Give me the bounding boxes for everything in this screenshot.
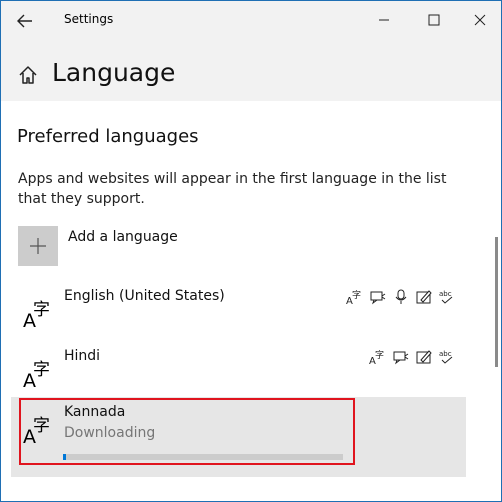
- highlight-box: [19, 398, 355, 465]
- plus-icon: [30, 238, 46, 254]
- maximize-icon[interactable]: [421, 9, 447, 31]
- language-item-english[interactable]: A 字 English (United States) A 字 abc: [11, 281, 466, 341]
- svg-text:字: 字: [375, 349, 384, 361]
- minimize-icon[interactable]: [371, 9, 397, 31]
- scrollbar[interactable]: [495, 237, 498, 367]
- language-item-hindi[interactable]: A 字 Hindi A 字 abc: [11, 341, 466, 401]
- svg-text:字: 字: [352, 289, 361, 301]
- language-item-kannada[interactable]: A 字 Kannada Downloading: [11, 397, 466, 477]
- add-language-label: Add a language: [68, 229, 178, 245]
- capability-icons: A 字 abc: [346, 288, 456, 306]
- language-pack-icon: A 字: [346, 289, 361, 306]
- page-title: Language: [52, 58, 176, 87]
- spellcheck-icon: abc: [439, 350, 453, 364]
- section-description: Apps and websites will appear in the fir…: [18, 171, 447, 207]
- svg-text:字: 字: [33, 300, 50, 320]
- handwriting-icon: [416, 350, 432, 364]
- home-icon[interactable]: [17, 64, 39, 86]
- window-title: Settings: [64, 12, 114, 26]
- text-to-speech-icon: [393, 351, 409, 365]
- speech-recognition-icon: [395, 289, 407, 304]
- language-glyph-icon: A 字: [23, 360, 50, 389]
- svg-text:abc: abc: [439, 350, 452, 358]
- back-arrow-icon[interactable]: [14, 11, 36, 31]
- language-name: English (United States): [64, 288, 225, 304]
- add-language-button[interactable]: Add a language: [18, 226, 418, 268]
- text-to-speech-icon: [370, 291, 386, 305]
- close-icon[interactable]: [467, 9, 493, 31]
- page-header: Language: [1, 41, 501, 101]
- section-title: Preferred languages: [17, 126, 199, 147]
- title-bar: Settings: [1, 1, 501, 41]
- content-area: Preferred languages Apps and websites wi…: [1, 101, 501, 501]
- language-pack-icon: A 字: [369, 349, 384, 366]
- language-name: Hindi: [64, 348, 101, 364]
- plus-tile[interactable]: [18, 226, 58, 266]
- spellcheck-icon: abc: [439, 290, 453, 304]
- handwriting-icon: [416, 290, 432, 304]
- settings-window: Settings Language Preferred languages Ap…: [0, 0, 502, 502]
- capability-icons: A 字 abc: [369, 348, 456, 366]
- svg-text:字: 字: [33, 360, 50, 380]
- svg-text:abc: abc: [439, 290, 452, 298]
- language-glyph-icon: A 字: [23, 300, 50, 329]
